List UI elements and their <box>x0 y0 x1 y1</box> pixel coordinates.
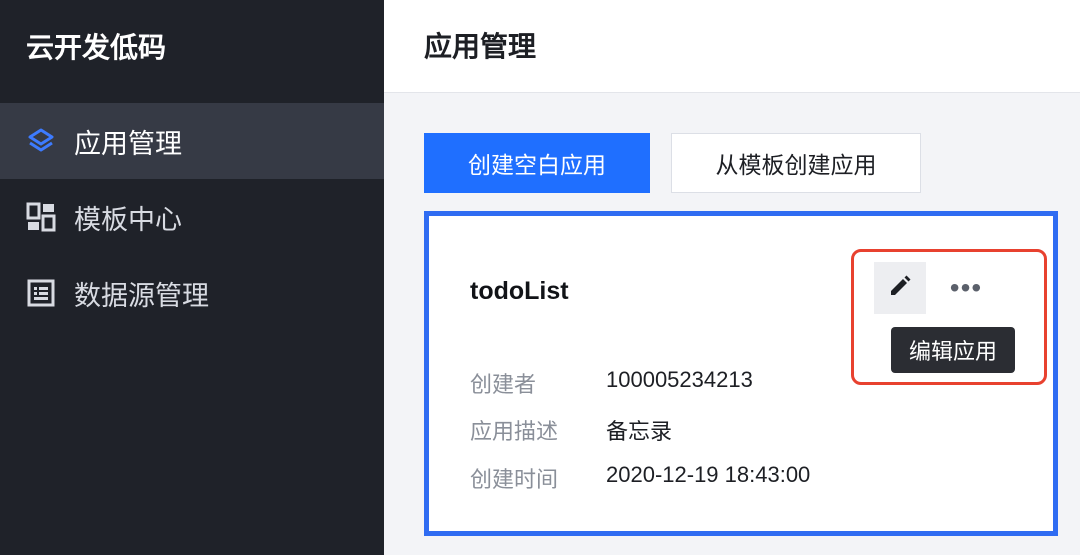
creator-label: 创建者 <box>470 372 537 397</box>
page-title: 应用管理 <box>424 31 537 62</box>
sidebar-item-label: 模板中心 <box>74 204 182 235</box>
datasource-icon <box>24 276 58 310</box>
brand-title: 云开发低码 <box>26 32 167 63</box>
sidebar-nav: 应用管理 模板中心 数据源管理 <box>0 103 384 331</box>
create-blank-app-button[interactable]: 创建空白应用 <box>424 133 650 193</box>
creator-value: 100005234213 <box>606 367 753 392</box>
sidebar-item-label: 数据源管理 <box>74 280 209 311</box>
app-name: todoList <box>470 277 569 305</box>
create-from-template-button[interactable]: 从模板创建应用 <box>671 133 921 193</box>
description-label: 应用描述 <box>470 419 559 444</box>
created-time-value: 2020-12-19 18:43:00 <box>606 462 811 487</box>
sidebar-item-template-center[interactable]: 模板中心 <box>0 179 384 255</box>
sidebar: 云开发低码 应用管理 模板中心 数据源管理 <box>0 0 384 555</box>
sidebar-item-label: 应用管理 <box>74 128 182 159</box>
sidebar-item-app-management[interactable]: 应用管理 <box>0 103 384 179</box>
layers-icon <box>24 124 58 158</box>
app-card[interactable]: todoList 创建者 100005234213 应用描述 备忘录 创建时间 … <box>424 211 1058 536</box>
created-time-label: 创建时间 <box>470 467 559 492</box>
page-header: 应用管理 <box>384 0 1080 93</box>
template-grid-icon <box>24 200 58 234</box>
sidebar-item-datasource[interactable]: 数据源管理 <box>0 255 384 331</box>
annotation-highlight-box <box>851 249 1047 385</box>
description-value: 备忘录 <box>606 419 673 444</box>
